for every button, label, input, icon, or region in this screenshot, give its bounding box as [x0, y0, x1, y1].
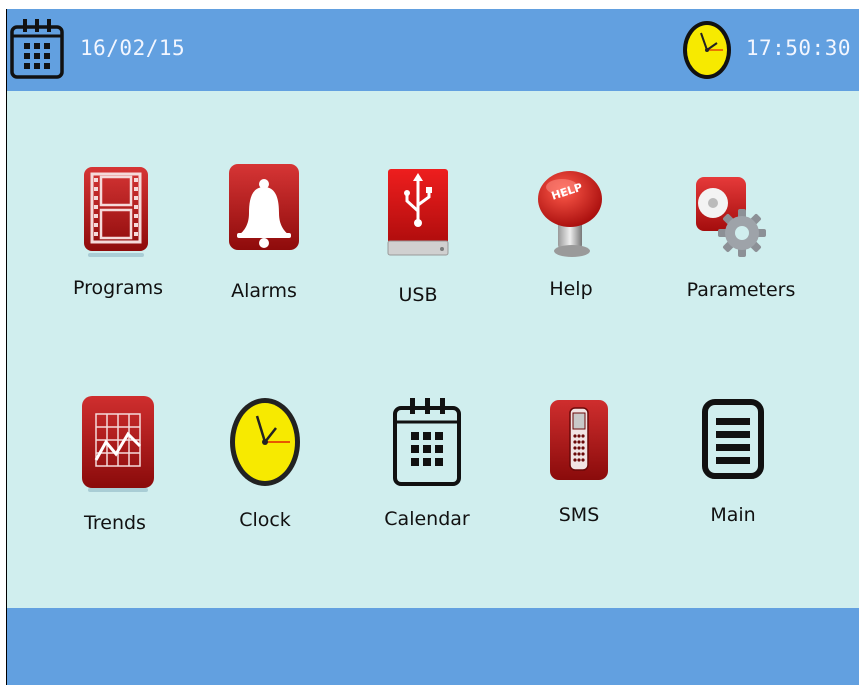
- menu-item-label: SMS: [558, 504, 600, 526]
- date-display: 16/02/15: [80, 36, 186, 60]
- gear-icon: [696, 177, 766, 257]
- menu-item-sms[interactable]: SMS: [504, 394, 654, 544]
- time-display: 17:50:30: [745, 36, 851, 60]
- document-icon: [702, 399, 764, 479]
- calendar-icon: [393, 398, 461, 486]
- top-status-bar: 16/02/15 17:50:30: [7, 9, 859, 91]
- menu-item-label: Main: [710, 504, 756, 526]
- menu-item-programs[interactable]: Programs: [43, 161, 193, 311]
- film-strip-icon: [84, 167, 148, 257]
- clock-icon[interactable]: [681, 17, 733, 81]
- usb-drive-icon: [387, 169, 449, 256]
- menu-item-label: Parameters: [686, 279, 796, 301]
- menu-item-parameters[interactable]: Parameters: [666, 161, 816, 311]
- menu-item-calendar[interactable]: Calendar: [352, 394, 502, 544]
- mobile-phone-icon: [550, 400, 608, 480]
- menu-item-label: Calendar: [384, 508, 470, 530]
- menu-item-label: Programs: [72, 277, 164, 299]
- menu-item-usb[interactable]: USB: [343, 161, 493, 311]
- trend-chart-icon: [82, 396, 154, 492]
- calendar-icon[interactable]: [9, 17, 65, 81]
- help-button-icon: HELP: [538, 171, 602, 257]
- menu-item-label: Alarms: [231, 280, 297, 302]
- bell-icon: [229, 164, 299, 250]
- menu-item-label: Clock: [239, 509, 291, 531]
- menu-item-label: Help: [549, 278, 593, 300]
- menu-item-label: USB: [398, 284, 438, 306]
- menu-item-clock[interactable]: Clock: [190, 394, 340, 544]
- menu-item-alarms[interactable]: Alarms: [189, 161, 339, 311]
- menu-item-trends[interactable]: Trends: [40, 394, 190, 544]
- clock-icon: [230, 398, 300, 486]
- screen-frame: 16/02/15 17:50:30 Programs Alarms USB HE…: [7, 9, 859, 685]
- menu-item-label: Trends: [84, 512, 146, 534]
- bottom-bar: [7, 608, 859, 685]
- menu-item-main[interactable]: Main: [658, 394, 808, 544]
- menu-item-help[interactable]: HELP Help: [496, 161, 646, 311]
